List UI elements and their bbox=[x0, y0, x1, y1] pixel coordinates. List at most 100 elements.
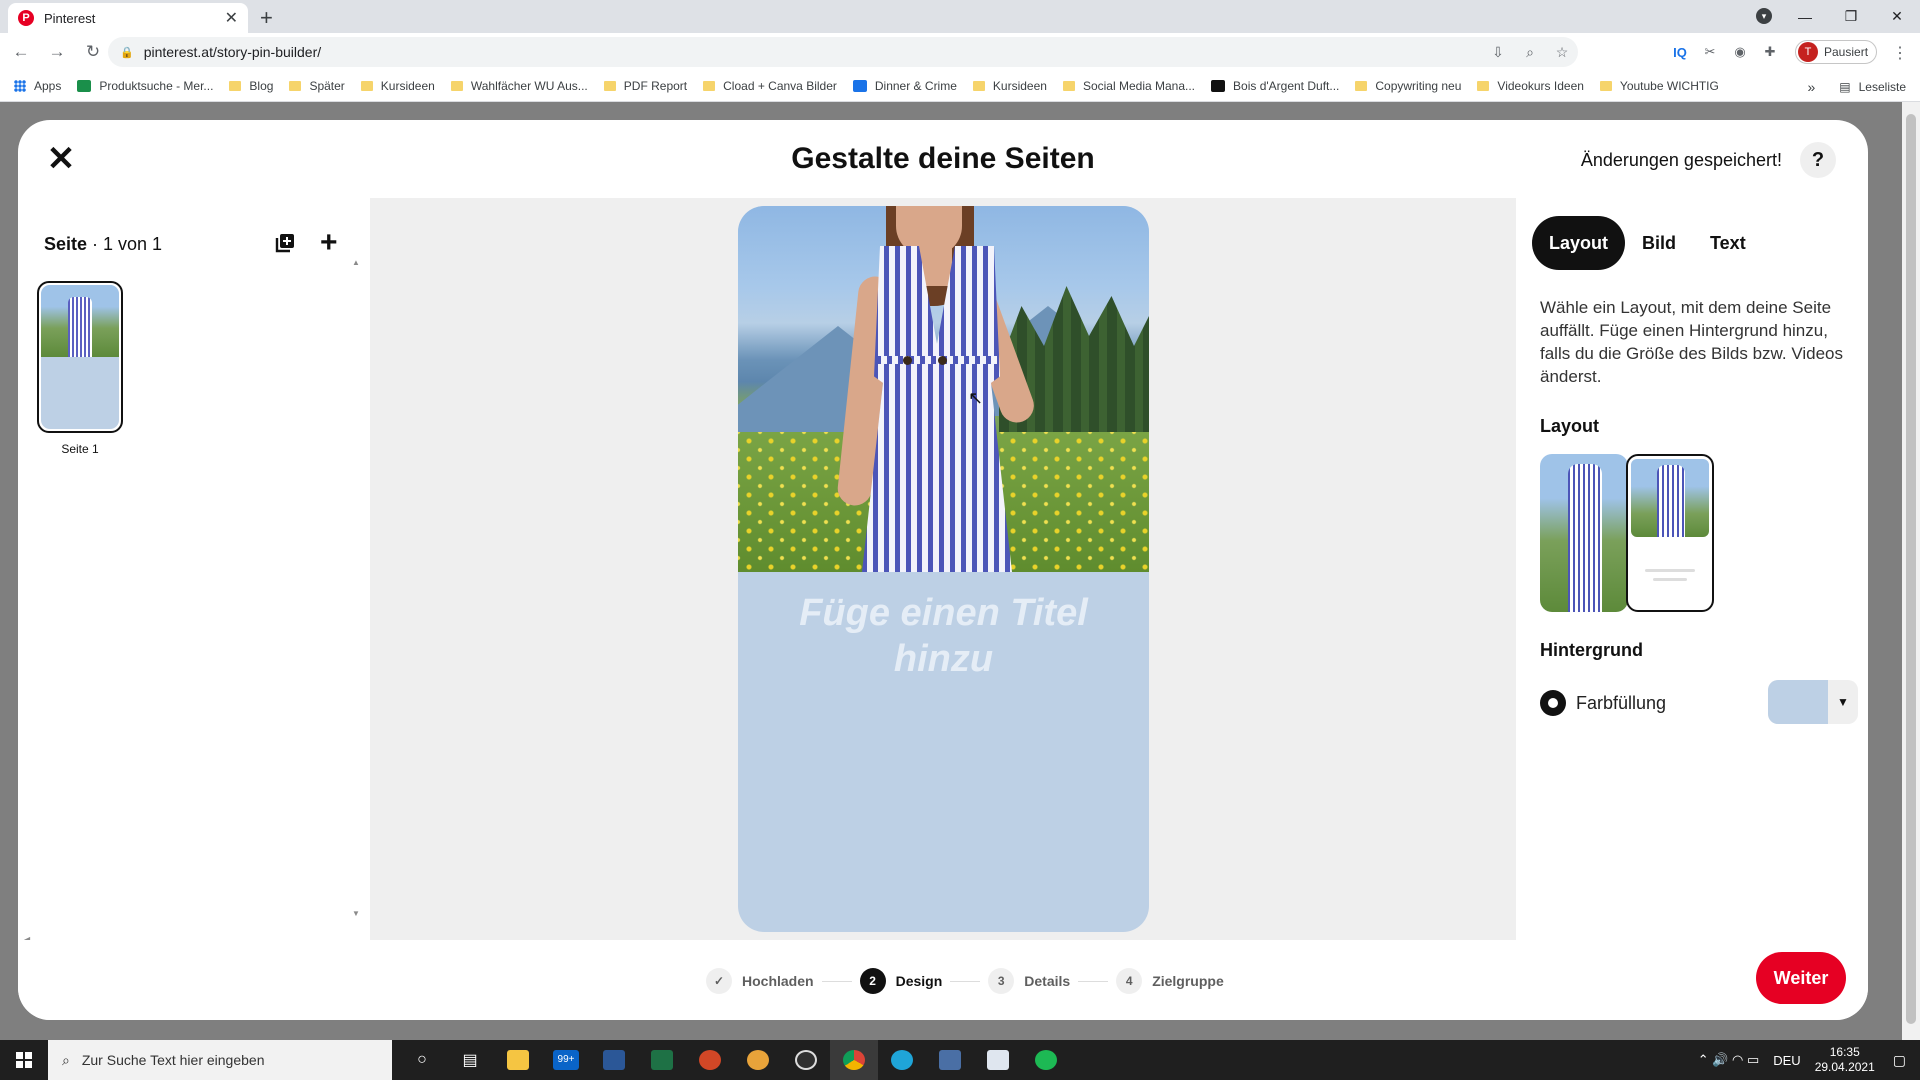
browser-menu-icon[interactable]: ⋮ bbox=[1892, 43, 1908, 63]
pages-scrollbar[interactable]: ▲ ▼ bbox=[350, 258, 362, 918]
more-bookmarks-icon[interactable]: » bbox=[1807, 79, 1815, 95]
bookmark-item[interactable]: Bois d'Argent Duft... bbox=[1211, 79, 1339, 93]
next-button[interactable]: Weiter bbox=[1756, 952, 1846, 1004]
puzzle-extensions-icon[interactable]: ✚ bbox=[1755, 44, 1785, 60]
clock[interactable]: 16:35 29.04.2021 bbox=[1815, 1045, 1875, 1075]
fill-color-dropdown[interactable]: ▼ bbox=[1768, 680, 1858, 724]
story-photo[interactable] bbox=[738, 206, 1149, 572]
step-3[interactable]: 3 Details bbox=[988, 968, 1070, 994]
layout-option-fullbleed[interactable] bbox=[1540, 454, 1628, 612]
taskbar-search-placeholder: Zur Suche Text hier eingeben bbox=[81, 1052, 265, 1068]
bookmark-label: Kursideen bbox=[380, 79, 435, 93]
restore-icon[interactable]: ❐ bbox=[1828, 8, 1874, 25]
layout-heading: Layout bbox=[1540, 416, 1600, 436]
step-2[interactable]: 2 Design bbox=[859, 968, 942, 994]
extension-icon[interactable]: ✂ bbox=[1695, 44, 1725, 60]
window-close-icon[interactable]: ✕ bbox=[1874, 8, 1920, 25]
folder-icon bbox=[1355, 81, 1368, 91]
word-icon[interactable] bbox=[590, 1040, 638, 1080]
tray-icons[interactable]: ⌃ 🔊 ◠ ▭ bbox=[1698, 1052, 1760, 1068]
bookmark-item[interactable]: Wahlfächer WU Aus... bbox=[450, 79, 588, 93]
tab-layout[interactable]: Layout bbox=[1532, 216, 1626, 270]
duplicate-page-icon[interactable] bbox=[274, 232, 296, 254]
powerpoint-icon[interactable] bbox=[686, 1040, 734, 1080]
address-bar[interactable]: 🔒 pinterest.at/story-pin-builder/ ⇩ ⌕ ☆ bbox=[108, 37, 1578, 67]
fill-radio[interactable] bbox=[1540, 690, 1566, 716]
story-title-input[interactable]: Füge einen Titel hinzu bbox=[738, 590, 1149, 682]
start-button[interactable] bbox=[0, 1040, 48, 1080]
mail-icon[interactable]: 99+ bbox=[542, 1040, 590, 1080]
bookmark-item[interactable]: Später bbox=[289, 79, 345, 93]
file-explorer-icon[interactable] bbox=[494, 1040, 542, 1080]
add-page-icon[interactable]: + bbox=[320, 226, 338, 260]
help-icon[interactable]: ? bbox=[1800, 142, 1836, 178]
reload-icon[interactable]: ↻ bbox=[78, 42, 108, 62]
bookmark-item[interactable]: PDF Report bbox=[603, 79, 687, 93]
taskbar-apps: ○ ▤ 99+ bbox=[398, 1040, 1070, 1080]
scroll-down-icon[interactable]: ▼ bbox=[352, 909, 360, 918]
cortana-icon[interactable]: ○ bbox=[398, 1040, 446, 1080]
language-indicator[interactable]: DEU bbox=[1773, 1053, 1800, 1068]
bookmark-item[interactable]: Cload + Canva Bilder bbox=[703, 79, 837, 93]
app-icon[interactable] bbox=[734, 1040, 782, 1080]
install-icon[interactable]: ⇩ bbox=[1482, 44, 1514, 61]
minimize-icon[interactable]: — bbox=[1782, 9, 1828, 25]
folder-icon bbox=[289, 81, 302, 91]
profile-button[interactable]: T Pausiert bbox=[1795, 40, 1878, 64]
thumbnail-dress bbox=[67, 296, 93, 357]
tab-close-icon[interactable]: ✕ bbox=[225, 8, 238, 28]
bookmark-item[interactable]: Social Media Mana... bbox=[1062, 79, 1195, 93]
browser-tab[interactable]: P Pinterest ✕ bbox=[8, 3, 248, 33]
layout-option-image-top[interactable] bbox=[1626, 454, 1714, 612]
dress-button bbox=[903, 356, 912, 365]
notification-icon[interactable]: ▢ bbox=[1893, 1052, 1906, 1069]
background-heading: Hintergrund bbox=[1540, 640, 1643, 660]
bookmark-item[interactable]: Produktsuche - Mer... bbox=[77, 79, 213, 93]
layout-preview-dress bbox=[1657, 465, 1685, 537]
edge-icon[interactable] bbox=[878, 1040, 926, 1080]
bookmark-item[interactable]: Dinner & Crime bbox=[852, 79, 957, 93]
forward-arrow-icon[interactable]: → bbox=[42, 42, 72, 62]
iq-extension-icon[interactable]: IQ bbox=[1665, 45, 1695, 60]
taskbar-search[interactable]: ⌕ Zur Suche Text hier eingeben bbox=[48, 1040, 392, 1080]
page-thumbnail[interactable] bbox=[37, 281, 123, 433]
tab-text[interactable]: Text bbox=[1693, 216, 1763, 270]
obs-icon[interactable] bbox=[782, 1040, 830, 1080]
tab-bild[interactable]: Bild bbox=[1625, 216, 1693, 270]
bookmark-item[interactable]: Kursideen bbox=[360, 79, 435, 93]
task-view-icon[interactable]: ▤ bbox=[446, 1040, 494, 1080]
app-icon[interactable] bbox=[974, 1040, 1022, 1080]
system-tray: ⌃ 🔊 ◠ ▭ DEU 16:35 29.04.2021 ▢ bbox=[1698, 1040, 1920, 1080]
pinterest-favicon-icon: P bbox=[18, 10, 34, 26]
story-page-preview[interactable]: Füge einen Titel hinzu bbox=[738, 206, 1149, 932]
bookmark-item[interactable]: Blog bbox=[229, 79, 273, 93]
excel-icon[interactable] bbox=[638, 1040, 686, 1080]
spotify-icon[interactable] bbox=[1022, 1040, 1070, 1080]
back-arrow-icon[interactable]: ← bbox=[6, 42, 36, 62]
page-thumbnail-preview bbox=[41, 285, 119, 429]
folder-icon bbox=[703, 81, 716, 91]
step-1[interactable]: ✓ Hochladen bbox=[706, 968, 814, 994]
new-tab-plus-icon[interactable]: + bbox=[260, 5, 273, 31]
step-4[interactable]: 4 Zielgruppe bbox=[1116, 968, 1224, 994]
bookmark-item[interactable]: Videokurs Ideen bbox=[1477, 79, 1584, 93]
adblock-extension-icon[interactable]: ◉ bbox=[1725, 44, 1755, 60]
page-scrollbar[interactable] bbox=[1902, 102, 1920, 1042]
scroll-up-icon[interactable]: ▲ bbox=[352, 258, 360, 267]
editor-canvas: Füge einen Titel hinzu bbox=[370, 198, 1516, 940]
reading-list-icon[interactable]: ▤ bbox=[1839, 80, 1850, 94]
bookmark-star-icon[interactable]: ☆ bbox=[1546, 44, 1578, 61]
bookmark-item[interactable]: Apps bbox=[14, 79, 61, 93]
step-label: Details bbox=[1024, 973, 1071, 989]
app-icon[interactable] bbox=[926, 1040, 974, 1080]
browser-tabbar: P Pinterest ✕ + ▾ — ❐ ✕ bbox=[0, 0, 1920, 33]
bookmark-item[interactable]: Youtube WICHTIG bbox=[1599, 79, 1719, 93]
reading-list-label[interactable]: Leseliste bbox=[1859, 80, 1906, 94]
bookmark-item[interactable]: Kursideen bbox=[972, 79, 1047, 93]
chrome-icon[interactable] bbox=[830, 1040, 878, 1080]
bookmark-item[interactable]: Copywriting neu bbox=[1355, 79, 1461, 93]
save-status: Änderungen gespeichert! bbox=[1580, 150, 1782, 170]
tab-search-icon[interactable]: ▾ bbox=[1756, 8, 1772, 24]
zoom-icon[interactable]: ⌕ bbox=[1514, 44, 1546, 61]
scrollbar-thumb[interactable] bbox=[1906, 114, 1916, 1024]
